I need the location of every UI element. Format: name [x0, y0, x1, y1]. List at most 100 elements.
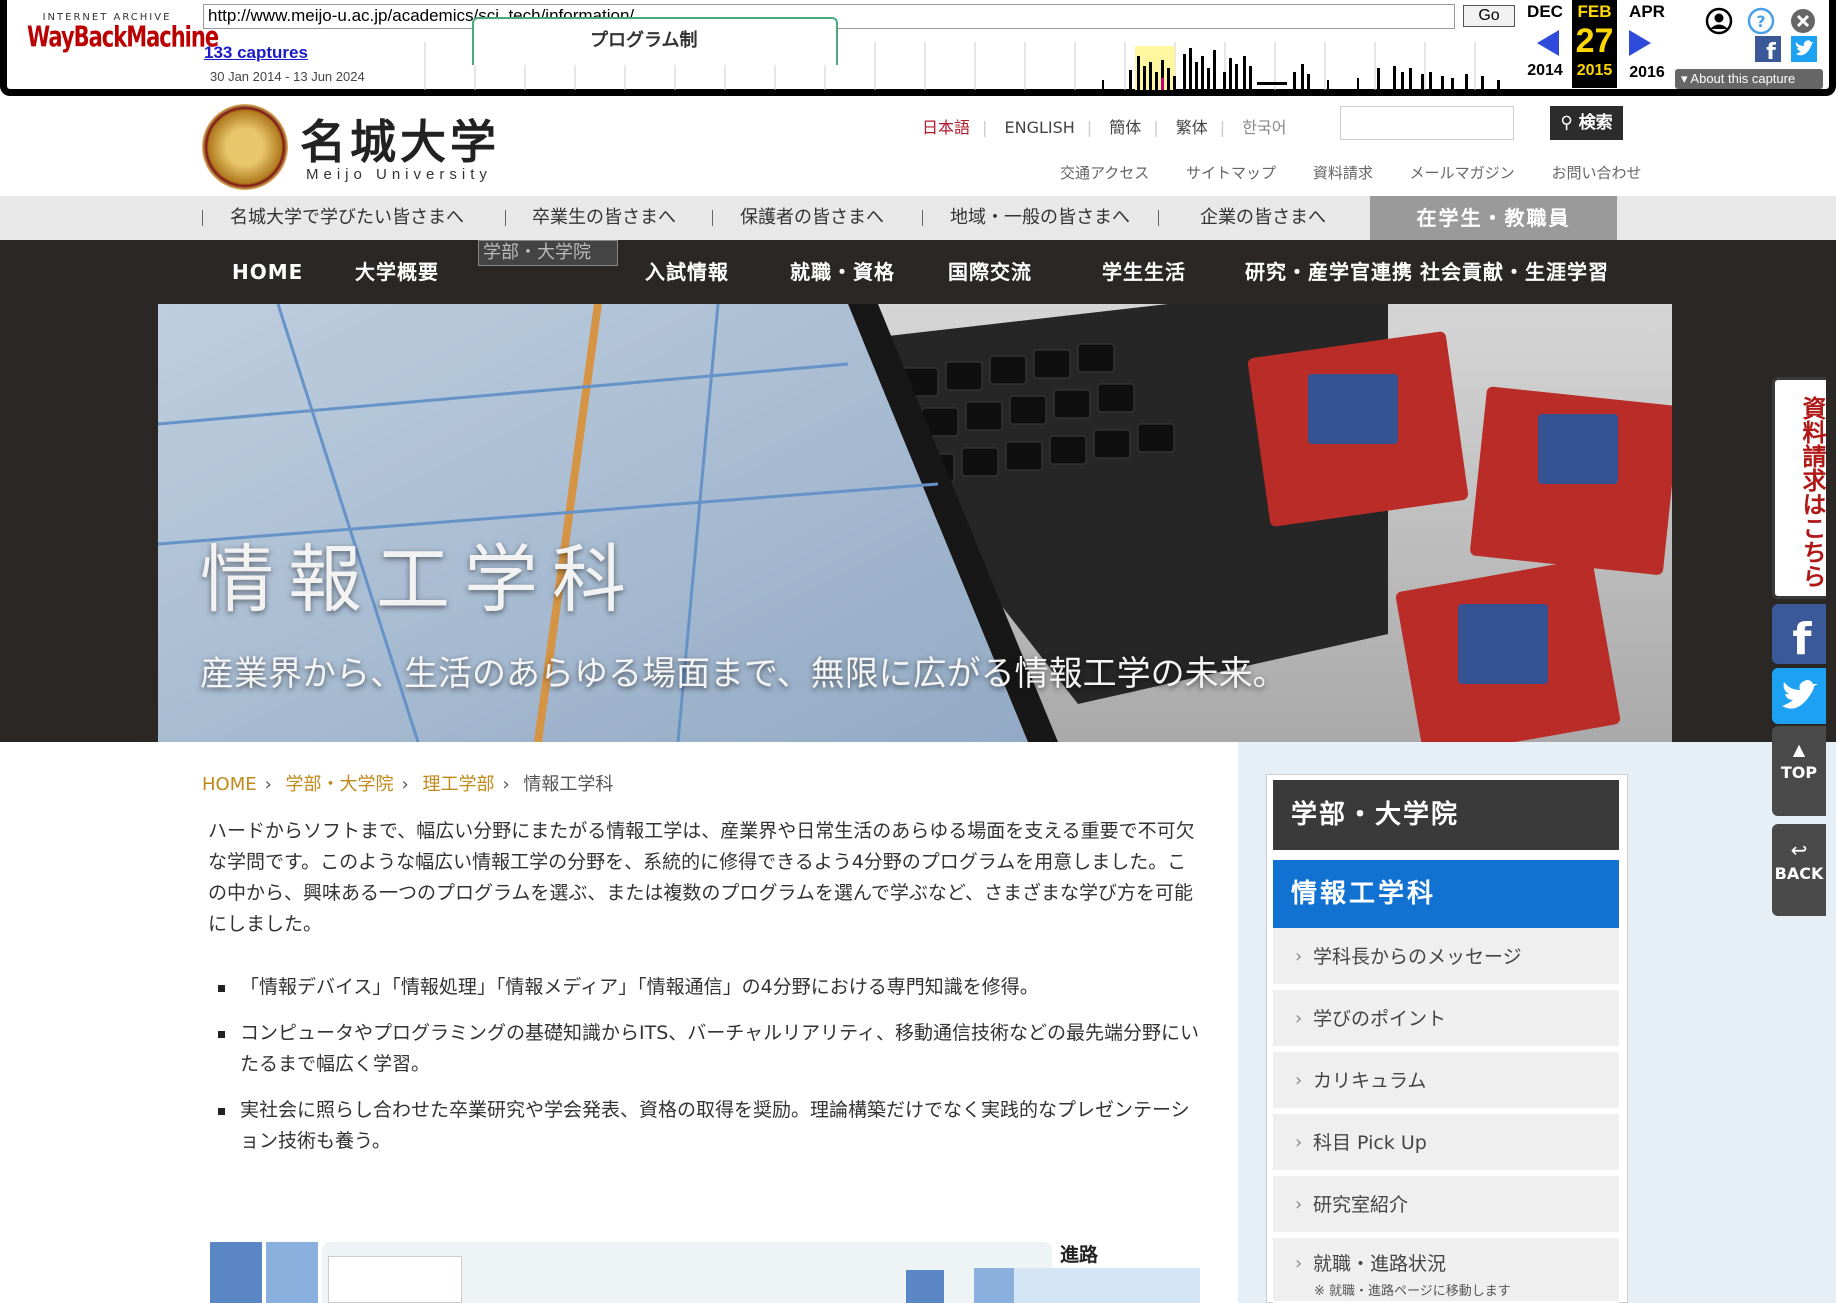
sidebar-item-labs[interactable]: 研究室紹介	[1273, 1176, 1619, 1234]
util-link-sitemap[interactable]: サイトマップ	[1186, 164, 1276, 182]
lang-japanese[interactable]: 日本語	[922, 118, 970, 137]
wayback-account-icon[interactable]	[1705, 7, 1733, 35]
wayback-help-icon[interactable]: ?	[1747, 7, 1775, 35]
diagram-bar	[974, 1268, 1014, 1303]
feature-item: 「情報デバイス」「情報処理」「情報メディア」「情報通信」の4分野における専門知識…	[208, 972, 1208, 1003]
gnav-community[interactable]: 社会貢献・生涯学習	[1420, 240, 1609, 304]
feature-item: コンピュータやプログラミングの基礎知識からITS、バーチャルリアリティ、移動通信…	[208, 1018, 1208, 1080]
back-label: BACK	[1774, 864, 1824, 883]
hero-title: 情報工学科	[200, 537, 640, 623]
sidebar-item-curriculum[interactable]: カリキュラム	[1273, 1052, 1619, 1110]
util-link-newsletter[interactable]: メールマガジン	[1410, 164, 1515, 182]
svg-text:f: f	[1766, 40, 1776, 62]
wayback-about-capture[interactable]: ▾ About this capture	[1675, 69, 1823, 89]
wayback-facebook-icon[interactable]: f	[1755, 36, 1781, 62]
wayback-prev-year[interactable]: 2014	[1519, 62, 1571, 80]
diagram-bar	[906, 1270, 944, 1303]
twitter-icon	[1782, 680, 1818, 709]
svg-text:f: f	[1792, 614, 1812, 664]
audience-alumni[interactable]: 卒業生の皆さまへ	[532, 196, 676, 240]
sidebar-careers-note: ※ 就職・進路ページに移動します	[1314, 1284, 1511, 1299]
share-twitter-button[interactable]	[1772, 668, 1826, 724]
wayback-toolbar: INTERNET ARCHIVE WayBackMachine http://w…	[0, 0, 1836, 96]
diagram-bar	[266, 1242, 318, 1303]
wayback-captures-link[interactable]: 133 captures	[204, 43, 308, 63]
wayback-about-label: About this capture	[1690, 71, 1796, 86]
site-header: 名城大学 Meijo University 日本語 | ENGLISH | 簡体 | …	[0, 96, 1836, 196]
lang-korean[interactable]: 한국어	[1242, 118, 1286, 137]
svg-text:?: ?	[1756, 12, 1765, 31]
wayback-next-year[interactable]: 2016	[1621, 64, 1673, 82]
wayback-go-button[interactable]: Go	[1463, 5, 1515, 27]
gnav-faculties-broken-image[interactable]: 学部・大学院	[478, 240, 618, 266]
wayback-current-month: FEB	[1577, 2, 1612, 21]
gnav-careers[interactable]: 就職・資格	[790, 240, 895, 304]
hero-subtitle: 産業界から、生活のあらゆる場面まで、無限に広がる情報工学の未来。	[200, 654, 1287, 694]
diagram-career-label: 進路	[1060, 1244, 1099, 1266]
wayback-close-icon[interactable]	[1789, 7, 1817, 35]
search-icon: ⚲	[1560, 113, 1573, 133]
university-seal-logo[interactable]	[202, 104, 288, 190]
gnav-home[interactable]: HOME	[232, 240, 303, 304]
utility-links: 交通アクセス サイトマップ 資料請求 メールマガジン お問い合わせ	[1060, 162, 1673, 183]
diagram-program-label: プログラム制	[590, 30, 698, 51]
university-name-en[interactable]: Meijo University	[306, 166, 492, 183]
feature-list: 「情報デバイス」「情報処理」「情報メディア」「情報通信」の4分野における専門知識…	[208, 972, 1208, 1172]
global-nav: HOME 大学概要 学部・大学院 入試情報 就職・資格 国際交流 学生生活 研究…	[0, 240, 1836, 304]
gnav-international[interactable]: 国際交流	[948, 240, 1032, 304]
lang-traditional-chinese[interactable]: 繁体	[1176, 118, 1208, 137]
audience-divider	[922, 210, 923, 226]
gnav-student-life[interactable]: 学生生活	[1102, 240, 1186, 304]
audience-students-staff[interactable]: 在学生・教職員	[1370, 196, 1617, 240]
audience-divider	[202, 210, 203, 226]
gnav-research[interactable]: 研究・産学官連携	[1245, 240, 1413, 304]
breadcrumb-home[interactable]: HOME	[202, 774, 257, 795]
breadcrumb-sci-tech[interactable]: 理工学部	[422, 774, 494, 795]
audience-nav: 名城大学で学びたい皆さまへ 卒業生の皆さまへ 保護者の皆さまへ 地域・一般の皆さ…	[0, 196, 1836, 240]
scroll-top-button[interactable]: ▲ TOP	[1772, 726, 1826, 816]
wayback-capture-range: 30 Jan 2014 - 13 Jun 2024	[210, 69, 365, 84]
wayback-prev-month[interactable]: DEC	[1521, 2, 1569, 22]
gnav-admissions[interactable]: 入試情報	[645, 240, 729, 304]
wayback-logo-main: WayBackMachine	[27, 20, 219, 54]
site-search-button[interactable]: ⚲ 検索	[1550, 106, 1623, 140]
wayback-prev-arrow-icon[interactable]	[1537, 30, 1559, 56]
feature-item: 実社会に照らし合わせた卒業研究や学会発表、資格の取得を奨励。理論構築だけでなく実…	[208, 1095, 1208, 1157]
audience-divider	[505, 210, 506, 226]
util-link-access[interactable]: 交通アクセス	[1060, 164, 1149, 182]
breadcrumb-current: 情報工学科	[523, 774, 614, 795]
university-name-ja[interactable]: 名城大学	[300, 106, 500, 172]
share-facebook-button[interactable]: f	[1772, 604, 1826, 665]
language-switcher: 日本語 | ENGLISH | 簡体 | 繁体 | 한국어	[922, 118, 1287, 137]
diagram-bar	[210, 1242, 262, 1303]
arrow-up-icon: ▲	[1792, 740, 1806, 759]
audience-divider	[1158, 210, 1159, 226]
facebook-icon: f	[1792, 614, 1812, 665]
sidebar-item-message[interactable]: 学科長からのメッセージ	[1273, 928, 1619, 986]
breadcrumb: HOME › 学部・大学院 › 理工学部 › 情報工学科	[202, 774, 614, 795]
wayback-logo[interactable]: INTERNET ARCHIVE WayBackMachine	[27, 6, 219, 76]
breadcrumb-faculties[interactable]: 学部・大学院	[286, 774, 394, 795]
back-button[interactable]: ↩ BACK	[1772, 824, 1826, 916]
sidebar-heading: 学部・大学院	[1273, 780, 1619, 850]
audience-parents[interactable]: 保護者の皆さまへ	[740, 196, 884, 240]
audience-prospective[interactable]: 名城大学で学びたい皆さまへ	[230, 196, 464, 240]
request-materials-tab[interactable]: 資料請求はこちら	[1772, 377, 1827, 599]
sidebar-item-points[interactable]: 学びのポイント	[1273, 990, 1619, 1048]
util-link-contact[interactable]: お問い合わせ	[1551, 164, 1641, 182]
sidebar-item-pickup[interactable]: 科目 Pick Up	[1273, 1114, 1619, 1172]
util-link-request[interactable]: 資料請求	[1313, 164, 1373, 182]
search-button-label: 検索	[1578, 113, 1613, 133]
diagram-career-panel	[1014, 1268, 1200, 1303]
lang-simplified-chinese[interactable]: 簡体	[1109, 118, 1141, 137]
wayback-current-year: 2015	[1576, 62, 1613, 79]
wayback-next-arrow-icon[interactable]	[1629, 30, 1651, 56]
gnav-about[interactable]: 大学概要	[355, 240, 439, 304]
lang-english[interactable]: ENGLISH	[1005, 118, 1075, 137]
audience-companies[interactable]: 企業の皆さまへ	[1200, 196, 1326, 240]
sidebar-current-dept[interactable]: 情報工学科	[1273, 860, 1619, 928]
audience-community[interactable]: 地域・一般の皆さまへ	[950, 196, 1130, 240]
wayback-twitter-icon[interactable]	[1791, 36, 1817, 62]
site-search-input[interactable]	[1340, 106, 1514, 140]
wayback-next-month[interactable]: APR	[1621, 2, 1673, 22]
